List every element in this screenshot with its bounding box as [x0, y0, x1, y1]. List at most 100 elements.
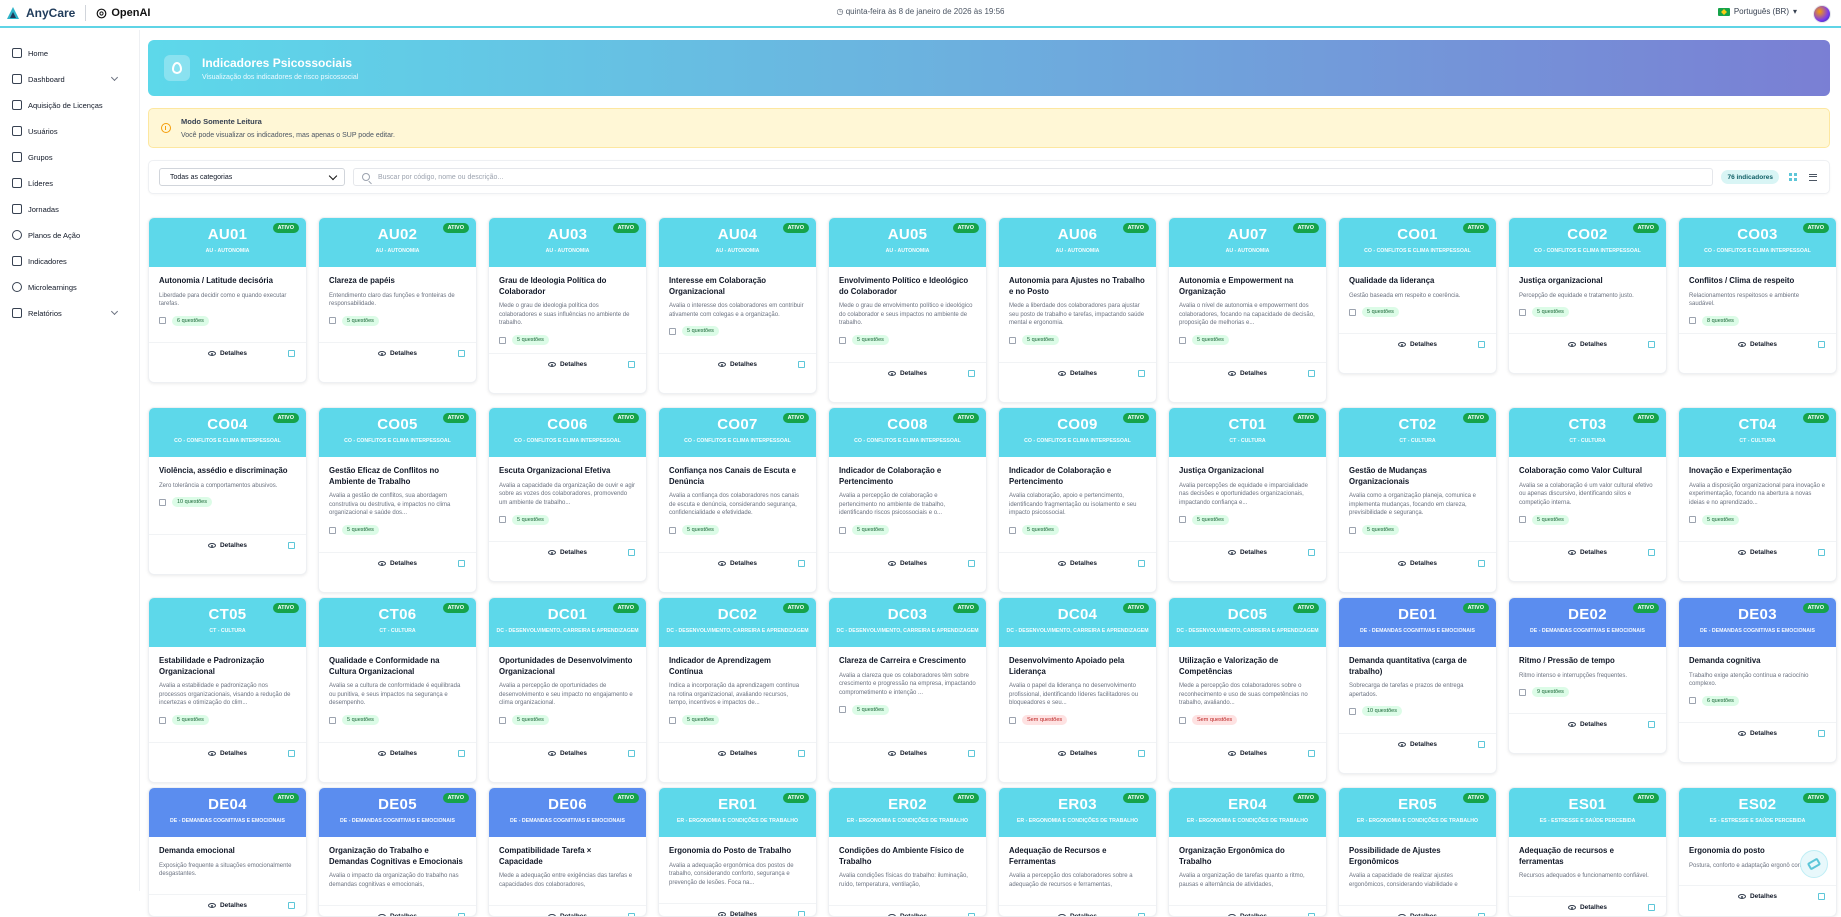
sidebar-item-dashboard[interactable]: Dashboard — [0, 66, 139, 92]
copy-icon[interactable] — [628, 913, 635, 916]
copy-icon[interactable] — [1478, 560, 1485, 567]
indicator-card[interactable]: DC02 DC - DESENVOLVIMENTO, CARREIRA E APR… — [658, 597, 817, 783]
details-button[interactable]: Detalhes — [829, 742, 986, 764]
sidebar-item-microlearnings[interactable]: Microlearnings — [0, 274, 139, 300]
indicator-card[interactable]: ES01 ES - ESTRESSE E SAÚDE PERCEBIDA ATIVO… — [1508, 787, 1667, 917]
copy-icon[interactable] — [968, 750, 975, 757]
copy-icon[interactable] — [1478, 341, 1485, 348]
sidebar-item-aquisicao-de-licencas[interactable]: Aquisição de Licenças — [0, 92, 139, 118]
details-button[interactable]: Detalhes — [149, 894, 306, 916]
indicator-card[interactable]: AU05 AU - AUTONOMIA ATIVO Envolvimento Polí… — [828, 217, 987, 403]
chevron-down-icon[interactable] — [110, 307, 119, 316]
indicator-card[interactable]: CO04 CO - CONFLITOS E CLIMA INTERPESSOAL A… — [148, 407, 307, 575]
details-button[interactable]: Detalhes — [149, 342, 306, 364]
indicator-card[interactable]: AU04 AU - AUTONOMIA ATIVO Interesse em Cola… — [658, 217, 817, 394]
details-button[interactable]: Detalhes — [1679, 541, 1836, 563]
indicator-card[interactable]: ER02 ER - ERGONOMIA E CONDIÇÕES DE TRABAL… — [828, 787, 987, 917]
copy-icon[interactable] — [288, 350, 295, 357]
sidebar-item-jornadas[interactable]: Jornadas — [0, 196, 139, 222]
copy-icon[interactable] — [1648, 341, 1655, 348]
sidebar-item-lideres[interactable]: Líderes — [0, 170, 139, 196]
copy-icon[interactable] — [458, 560, 465, 567]
details-button[interactable]: Detalhes — [999, 742, 1156, 764]
indicator-card[interactable]: CO08 CO - CONFLITOS E CLIMA INTERPESSOAL A… — [828, 407, 987, 593]
indicator-card[interactable]: AU01 AU - AUTONOMIA ATIVO Autonomia / Latit… — [148, 217, 307, 383]
copy-icon[interactable] — [1138, 913, 1145, 916]
indicator-card[interactable]: CT03 CT - CULTURA ATIVO Colaboração como Va… — [1508, 407, 1667, 582]
details-button[interactable]: Detalhes — [659, 903, 816, 916]
details-button[interactable]: Detalhes — [829, 552, 986, 574]
indicator-card[interactable]: CT06 CT - CULTURA ATIVO Qualidade e Conform… — [318, 597, 477, 783]
details-button[interactable]: Detalhes — [489, 353, 646, 375]
details-button[interactable]: Detalhes — [1679, 885, 1836, 907]
details-button[interactable]: Detalhes — [1169, 742, 1326, 764]
indicator-card[interactable]: DC03 DC - DESENVOLVIMENTO, CARREIRA E APR… — [828, 597, 987, 783]
copy-icon[interactable] — [1818, 730, 1825, 737]
copy-icon[interactable] — [798, 911, 805, 916]
copy-icon[interactable] — [1138, 560, 1145, 567]
indicator-card[interactable]: CO09 CO - CONFLITOS E CLIMA INTERPESSOAL A… — [998, 407, 1157, 593]
copy-icon[interactable] — [1138, 370, 1145, 377]
details-button[interactable]: Detalhes — [659, 742, 816, 764]
sidebar-item-usuarios[interactable]: Usuários — [0, 118, 139, 144]
chevron-down-icon[interactable] — [110, 73, 119, 82]
details-button[interactable]: Detalhes — [489, 742, 646, 764]
indicator-card[interactable]: CO07 CO - CONFLITOS E CLIMA INTERPESSOAL A… — [658, 407, 817, 593]
indicator-card[interactable]: DE06 DE - DEMANDAS COGNITIVAS E EMOCIONAI… — [488, 787, 647, 917]
list-view-button[interactable] — [1807, 171, 1819, 183]
indicator-card[interactable]: ER04 ER - ERGONOMIA E CONDIÇÕES DE TRABAL… — [1168, 787, 1327, 917]
details-button[interactable]: Detalhes — [1169, 905, 1326, 916]
copy-icon[interactable] — [458, 913, 465, 916]
details-button[interactable]: Detalhes — [999, 552, 1156, 574]
indicator-card[interactable]: CT01 CT - CULTURA ATIVO Justiça Organizacio… — [1168, 407, 1327, 582]
indicator-card[interactable]: AU02 AU - AUTONOMIA ATIVO Clareza de papéis… — [318, 217, 477, 383]
details-button[interactable]: Detalhes — [1339, 733, 1496, 755]
details-button[interactable]: Detalhes — [1339, 552, 1496, 574]
copy-icon[interactable] — [1478, 913, 1485, 916]
indicator-card[interactable]: DC01 DC - DESENVOLVIMENTO, CARREIRA E APR… — [488, 597, 647, 783]
copy-icon[interactable] — [1308, 370, 1315, 377]
indicator-card[interactable]: CT04 CT - CULTURA ATIVO Inovação e Experime… — [1678, 407, 1837, 582]
copy-icon[interactable] — [458, 350, 465, 357]
indicator-card[interactable]: CO06 CO - CONFLITOS E CLIMA INTERPESSOAL A… — [488, 407, 647, 582]
indicator-card[interactable]: CT05 CT - CULTURA ATIVO Estabilidade e Padr… — [148, 597, 307, 783]
copy-icon[interactable] — [1818, 341, 1825, 348]
details-button[interactable]: Detalhes — [489, 905, 646, 916]
brand-logo[interactable]: AnyCare — [6, 6, 75, 20]
grid-view-button[interactable] — [1787, 171, 1799, 183]
details-button[interactable]: Detalhes — [1169, 362, 1326, 384]
details-button[interactable]: Detalhes — [659, 552, 816, 574]
copy-icon[interactable] — [1818, 549, 1825, 556]
sidebar-item-home[interactable]: Home — [0, 40, 139, 66]
indicator-card[interactable]: CO01 CO - CONFLITOS E CLIMA INTERPESSOAL A… — [1338, 217, 1497, 374]
copy-icon[interactable] — [1478, 741, 1485, 748]
indicator-card[interactable]: ER05 ER - ERGONOMIA E CONDIÇÕES DE TRABAL… — [1338, 787, 1497, 917]
sidebar-item-planos-de-acao[interactable]: Planos de Ação — [0, 222, 139, 248]
category-select[interactable]: Todas as categorias — [159, 168, 345, 186]
details-button[interactable]: Detalhes — [319, 905, 476, 916]
indicator-card[interactable]: AU06 AU - AUTONOMIA ATIVO Autonomia para Aj… — [998, 217, 1157, 403]
indicator-card[interactable]: DE05 DE - DEMANDAS COGNITIVAS E EMOCIONAI… — [318, 787, 477, 917]
indicator-card[interactable]: ER01 ER - ERGONOMIA E CONDIÇÕES DE TRABAL… — [658, 787, 817, 917]
indicator-card[interactable]: DE03 DE - DEMANDAS COGNITIVAS E EMOCIONAI… — [1678, 597, 1837, 763]
sidebar-item-indicadores[interactable]: Indicadores — [0, 248, 139, 274]
sidebar-item-relatorios[interactable]: Relatórios — [0, 300, 139, 326]
copy-icon[interactable] — [288, 902, 295, 909]
copy-icon[interactable] — [968, 913, 975, 916]
details-button[interactable]: Detalhes — [489, 541, 646, 563]
copy-icon[interactable] — [968, 560, 975, 567]
copy-icon[interactable] — [288, 750, 295, 757]
copy-icon[interactable] — [1308, 913, 1315, 916]
details-button[interactable]: Detalhes — [1509, 333, 1666, 355]
copy-icon[interactable] — [1308, 549, 1315, 556]
copy-icon[interactable] — [288, 542, 295, 549]
details-button[interactable]: Detalhes — [1339, 905, 1496, 916]
copy-icon[interactable] — [968, 370, 975, 377]
copy-icon[interactable] — [798, 560, 805, 567]
indicator-card[interactable]: AU07 AU - AUTONOMIA ATIVO Autonomia e Empow… — [1168, 217, 1327, 403]
details-button[interactable]: Detalhes — [659, 353, 816, 375]
details-button[interactable]: Detalhes — [999, 905, 1156, 916]
copy-icon[interactable] — [1648, 549, 1655, 556]
details-button[interactable]: Detalhes — [319, 552, 476, 574]
copy-icon[interactable] — [798, 750, 805, 757]
